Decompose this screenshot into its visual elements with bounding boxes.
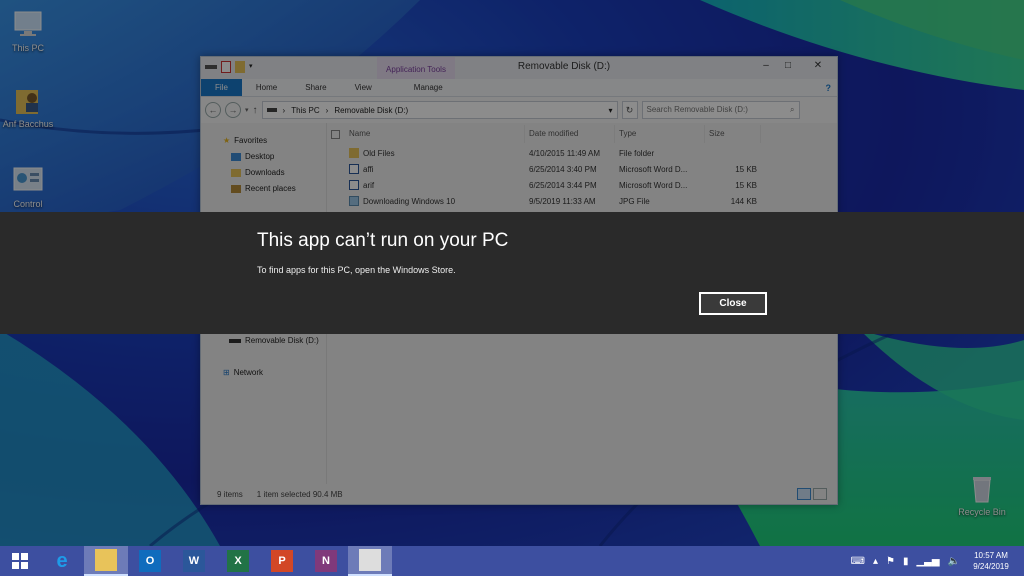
app-package-icon: [359, 549, 381, 571]
taskbar-internet-explorer[interactable]: e: [40, 546, 84, 576]
start-button[interactable]: [0, 546, 40, 576]
network-signal-icon[interactable]: ▁▃▅: [916, 556, 939, 567]
system-tray: ⌨ ▴ ⚑ ▮ ▁▃▅ 🔈 10:57 AM 9/24/2019: [851, 550, 1024, 572]
action-center-flag-icon[interactable]: ⚑: [886, 556, 895, 567]
clock-date: 9/24/2019: [973, 562, 1009, 571]
keyboard-icon[interactable]: ⌨: [851, 556, 865, 567]
taskbar-onenote[interactable]: N: [304, 546, 348, 576]
taskbar-apps: e OWXPN: [40, 546, 392, 576]
word-icon: W: [183, 550, 205, 572]
taskbar-powerpoint[interactable]: P: [260, 546, 304, 576]
taskbar-app-package[interactable]: [348, 546, 392, 576]
taskbar-word[interactable]: W: [172, 546, 216, 576]
taskbar-excel[interactable]: X: [216, 546, 260, 576]
dialog-message: To find apps for this PC, open the Windo…: [257, 265, 456, 275]
battery-icon[interactable]: ▮: [903, 556, 909, 567]
clock-time: 10:57 AM: [974, 551, 1008, 560]
file-explorer-icon: [95, 549, 117, 571]
windows-logo-icon: [12, 553, 28, 569]
taskbar-file-explorer[interactable]: [84, 546, 128, 576]
dialog-title: This app can’t run on your PC: [257, 230, 509, 251]
onenote-icon: N: [315, 550, 337, 572]
taskbar: e OWXPN ⌨ ▴ ⚑ ▮ ▁▃▅ 🔈 10:57 AM 9/24/2019: [0, 546, 1024, 576]
internet-explorer-icon: e: [56, 550, 68, 572]
clock[interactable]: 10:57 AM 9/24/2019: [968, 550, 1014, 572]
volume-icon[interactable]: 🔈: [948, 556, 960, 567]
excel-icon: X: [227, 550, 249, 572]
outlook-icon: O: [139, 550, 161, 572]
show-hidden-icons-icon[interactable]: ▴: [873, 556, 878, 567]
app-cannot-run-dialog: This app can’t run on your PC To find ap…: [0, 212, 1024, 334]
taskbar-outlook[interactable]: O: [128, 546, 172, 576]
powerpoint-icon: P: [271, 550, 293, 572]
close-button[interactable]: Close: [699, 292, 767, 315]
